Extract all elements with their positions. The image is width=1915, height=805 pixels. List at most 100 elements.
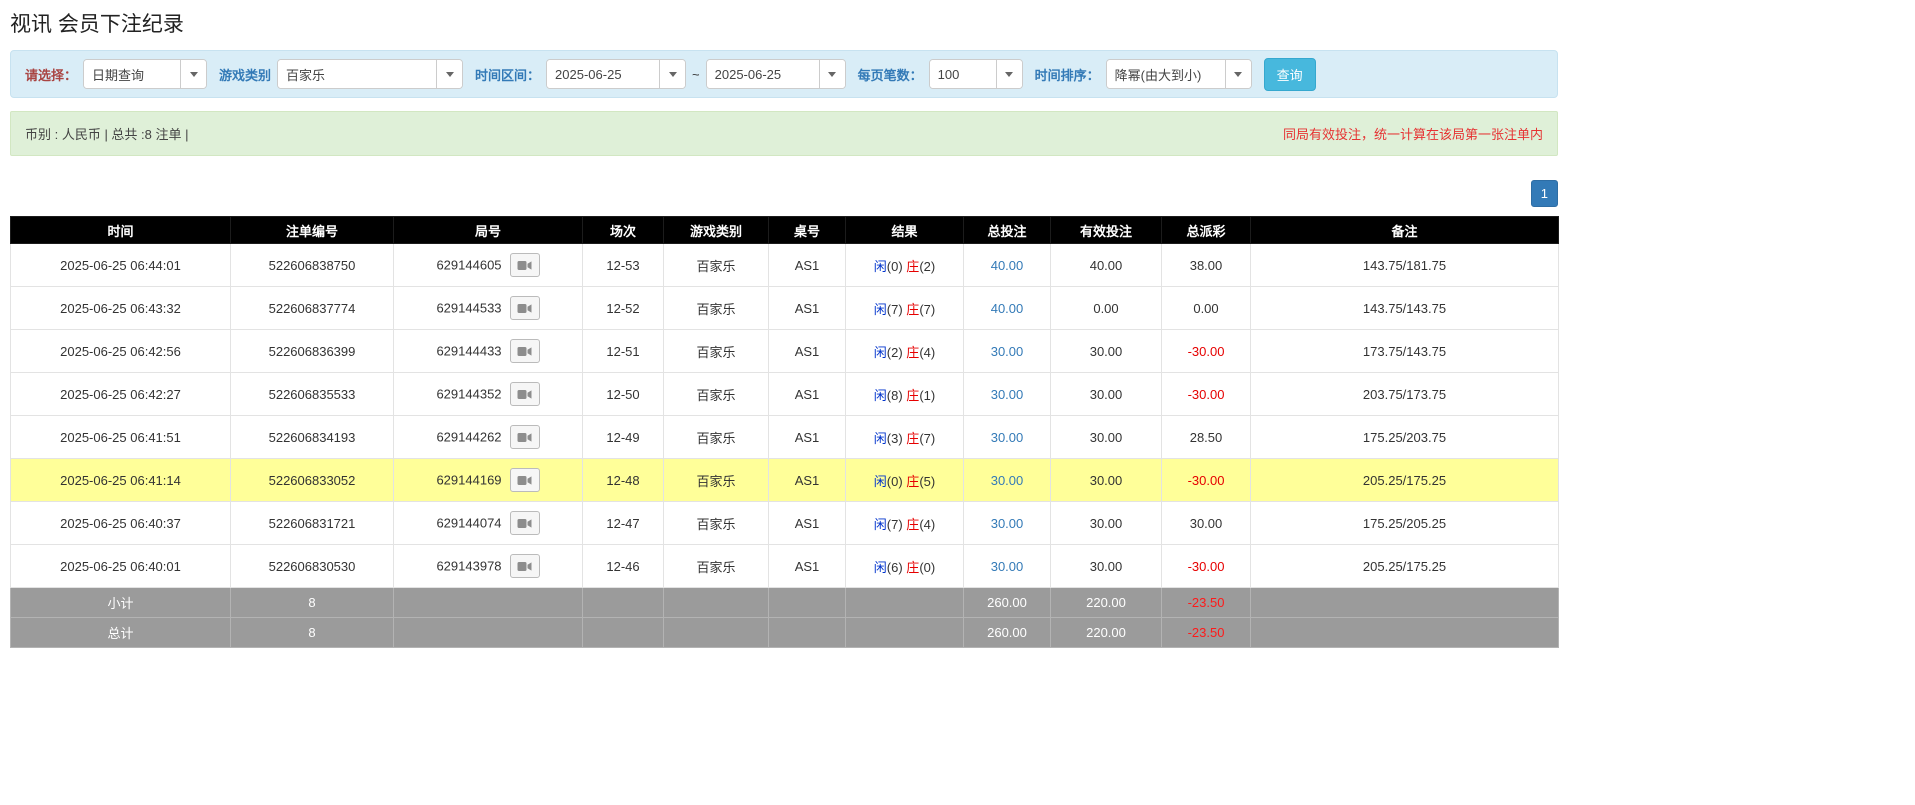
cell-bet-id: 522606836399 xyxy=(231,330,394,373)
cell-session: 12-51 xyxy=(583,330,664,373)
cell-note: 205.25/175.25 xyxy=(1251,459,1559,502)
round-video-button[interactable] xyxy=(510,253,540,277)
cell-game-type: 百家乐 xyxy=(664,244,769,287)
result-banker-score: (4) xyxy=(919,517,935,532)
total-bet-link[interactable]: 30.00 xyxy=(991,387,1024,402)
round-video-button[interactable] xyxy=(510,468,540,492)
cell-table-no: AS1 xyxy=(769,287,846,330)
search-button[interactable]: 查询 xyxy=(1264,58,1316,91)
game-type-input[interactable] xyxy=(278,60,436,88)
result-banker-label: 庄 xyxy=(906,345,919,360)
cell-payout: -30.00 xyxy=(1162,545,1251,588)
cell-time: 2025-06-25 06:42:56 xyxy=(11,330,231,373)
game-type-combo xyxy=(277,59,463,89)
result-player-label: 闲 xyxy=(874,431,887,446)
total-bet-link[interactable]: 30.00 xyxy=(991,516,1024,531)
cell-bet-id: 522606834193 xyxy=(231,416,394,459)
cell-session: 12-48 xyxy=(583,459,664,502)
cell-result: 闲(0) 庄(5) xyxy=(846,459,964,502)
cell-game-type: 百家乐 xyxy=(664,373,769,416)
summary-empty-cell xyxy=(846,588,964,618)
summary-bar: 币别 : 人民币 | 总共 :8 注单 | 同局有效投注，统一计算在该局第一张注… xyxy=(10,111,1558,156)
table-row: 2025-06-25 06:44:01522606838750629144605… xyxy=(11,244,1559,287)
round-id-text: 629144433 xyxy=(436,344,501,359)
page-size-label: 每页笔数： xyxy=(858,65,923,84)
round-id-text: 629144533 xyxy=(436,301,501,316)
table-row: 2025-06-25 06:41:51522606834193629144262… xyxy=(11,416,1559,459)
round-video-button[interactable] xyxy=(510,425,540,449)
round-video-button[interactable] xyxy=(510,511,540,535)
filter-group-page-size: 每页笔数： xyxy=(858,59,1023,89)
select-type-dropdown-button[interactable] xyxy=(180,60,206,88)
result-banker-label: 庄 xyxy=(906,302,919,317)
result-banker-score: (7) xyxy=(919,302,935,317)
cell-session: 12-53 xyxy=(583,244,664,287)
page-size-combo xyxy=(929,59,1023,89)
page-size-input[interactable] xyxy=(930,60,996,88)
cell-valid-bet: 30.00 xyxy=(1051,502,1162,545)
column-header: 桌号 xyxy=(769,217,846,244)
table-row: 2025-06-25 06:43:32522606837774629144533… xyxy=(11,287,1559,330)
summary-row: 总计8260.00220.00-23.50 xyxy=(11,618,1559,648)
cell-bet-id: 522606838750 xyxy=(231,244,394,287)
round-id-text: 629144169 xyxy=(436,473,501,488)
result-banker-label: 庄 xyxy=(906,474,919,489)
round-video-button[interactable] xyxy=(510,554,540,578)
column-header: 有效投注 xyxy=(1051,217,1162,244)
result-banker-label: 庄 xyxy=(906,560,919,575)
result-player-label: 闲 xyxy=(874,474,887,489)
sort-dropdown-button[interactable] xyxy=(1225,60,1251,88)
date-from-input[interactable] xyxy=(547,60,659,88)
pagination-page-1-button[interactable]: 1 xyxy=(1531,180,1558,207)
round-id-text: 629144352 xyxy=(436,387,501,402)
cell-note: 175.25/203.75 xyxy=(1251,416,1559,459)
select-type-input[interactable] xyxy=(84,60,180,88)
sort-input[interactable] xyxy=(1107,60,1225,88)
cell-payout: 30.00 xyxy=(1162,502,1251,545)
caret-down-icon xyxy=(446,72,454,77)
caret-down-icon xyxy=(1005,72,1013,77)
cell-session: 12-47 xyxy=(583,502,664,545)
game-type-dropdown-button[interactable] xyxy=(436,60,462,88)
total-bet-link[interactable]: 30.00 xyxy=(991,430,1024,445)
caret-down-icon xyxy=(669,72,677,77)
total-bet-link[interactable]: 30.00 xyxy=(991,559,1024,574)
video-icon xyxy=(517,260,532,271)
summary-count: 8 xyxy=(231,618,394,648)
total-bet-link[interactable]: 40.00 xyxy=(991,301,1024,316)
total-bet-link[interactable]: 40.00 xyxy=(991,258,1024,273)
cell-time: 2025-06-25 06:40:37 xyxy=(11,502,231,545)
filter-group-select-type: 请选择： xyxy=(25,59,207,89)
date-to-dropdown-button[interactable] xyxy=(819,60,845,88)
date-from-dropdown-button[interactable] xyxy=(659,60,685,88)
date-to-input[interactable] xyxy=(707,60,819,88)
select-type-combo xyxy=(83,59,207,89)
cell-result: 闲(2) 庄(4) xyxy=(846,330,964,373)
result-player-score: (0) xyxy=(887,259,907,274)
summary-payout: -23.50 xyxy=(1162,588,1251,618)
cell-round-id: 629143978 xyxy=(394,545,583,588)
cell-result: 闲(0) 庄(2) xyxy=(846,244,964,287)
filter-group-time-range: 时间区间： ~ xyxy=(475,59,846,89)
caret-down-icon xyxy=(1234,72,1242,77)
page-size-dropdown-button[interactable] xyxy=(996,60,1022,88)
cell-round-id: 629144169 xyxy=(394,459,583,502)
cell-valid-bet: 30.00 xyxy=(1051,373,1162,416)
summary-left-text: 币别 : 人民币 | 总共 :8 注单 | xyxy=(25,124,189,143)
round-video-button[interactable] xyxy=(510,296,540,320)
round-video-button[interactable] xyxy=(510,382,540,406)
cell-total-bet: 30.00 xyxy=(964,502,1051,545)
pagination: 1 xyxy=(10,180,1558,207)
cell-result: 闲(7) 庄(7) xyxy=(846,287,964,330)
video-icon xyxy=(517,303,532,314)
cell-total-bet: 40.00 xyxy=(964,287,1051,330)
cell-time: 2025-06-25 06:41:51 xyxy=(11,416,231,459)
total-bet-link[interactable]: 30.00 xyxy=(991,344,1024,359)
date-to-combo xyxy=(706,59,846,89)
sort-label: 时间排序： xyxy=(1035,65,1100,84)
summary-count: 8 xyxy=(231,588,394,618)
cell-session: 12-52 xyxy=(583,287,664,330)
round-video-button[interactable] xyxy=(510,339,540,363)
total-bet-link[interactable]: 30.00 xyxy=(991,473,1024,488)
cell-table-no: AS1 xyxy=(769,459,846,502)
